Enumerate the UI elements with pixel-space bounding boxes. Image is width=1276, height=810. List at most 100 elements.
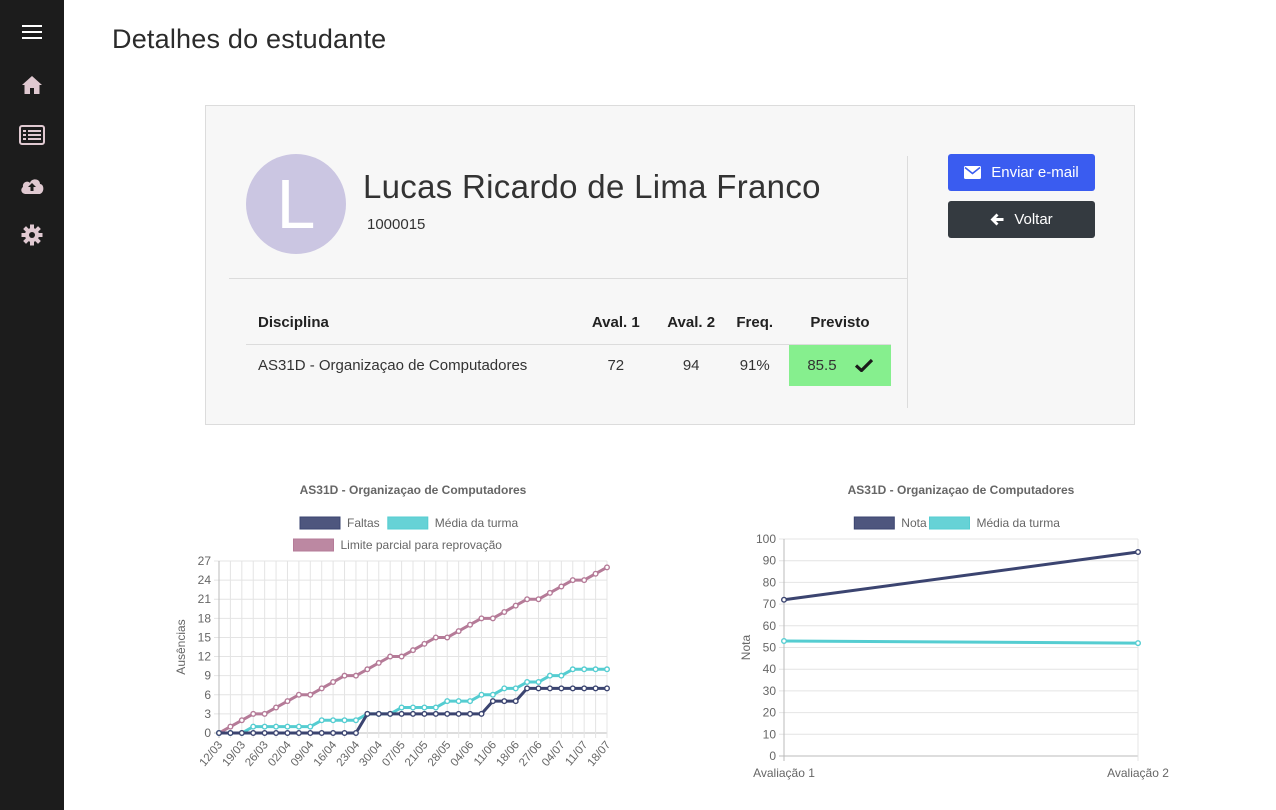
x-tick-label: 27/06 xyxy=(517,739,545,769)
legend-swatch xyxy=(293,538,334,552)
check-icon xyxy=(854,359,873,373)
data-point xyxy=(604,666,611,673)
y-tick-label: 6 xyxy=(204,688,211,702)
data-point xyxy=(524,596,531,603)
data-point xyxy=(238,717,245,724)
data-point xyxy=(546,685,553,692)
back-button[interactable]: Voltar xyxy=(948,201,1095,238)
data-point xyxy=(432,710,439,717)
x-tick-label: Avaliação 2 xyxy=(1107,766,1169,780)
menu-toggle-button[interactable] xyxy=(16,16,48,48)
sidebar-item-settings[interactable] xyxy=(16,219,48,251)
data-point xyxy=(341,672,348,679)
legend-label: Limite parcial para reprovação xyxy=(341,538,503,552)
student-card: L Lucas Ricardo de Lima Franco 1000015 E… xyxy=(205,105,1135,425)
x-tick-label: 23/04 xyxy=(335,739,363,769)
y-tick-label: 9 xyxy=(204,669,211,683)
data-point xyxy=(387,710,394,717)
data-point xyxy=(330,730,337,737)
series-line xyxy=(783,550,1139,602)
avatar: L xyxy=(246,154,346,254)
freq-cell: 91% xyxy=(739,356,770,374)
student-id: 1000015 xyxy=(367,216,426,233)
data-point xyxy=(1135,549,1142,556)
column-header-aval1: Aval. 1 xyxy=(569,302,662,345)
data-point xyxy=(421,640,428,647)
data-point xyxy=(318,730,325,737)
x-tick-label: 18/06 xyxy=(494,739,522,769)
data-point xyxy=(330,679,337,686)
y-tick-label: 80 xyxy=(763,575,777,589)
x-tick-label: 12/03 xyxy=(198,739,226,769)
x-tick-label: Avaliação 1 xyxy=(753,766,815,780)
legend-swatch xyxy=(387,516,429,530)
arrow-left-icon xyxy=(990,213,1004,226)
send-email-button[interactable]: Enviar e-mail xyxy=(948,154,1095,191)
data-point xyxy=(524,685,531,692)
data-point xyxy=(273,723,280,730)
back-label: Voltar xyxy=(1014,211,1053,228)
y-tick-label: 21 xyxy=(198,592,212,606)
data-point xyxy=(592,685,599,692)
data-point xyxy=(227,730,234,737)
x-tick-label: 11/06 xyxy=(472,739,499,768)
data-point xyxy=(478,710,485,717)
divider xyxy=(907,156,908,408)
legend-swatch xyxy=(929,516,970,530)
data-point xyxy=(592,666,599,673)
data-point xyxy=(352,717,359,724)
data-point xyxy=(535,596,542,603)
data-point xyxy=(421,704,428,711)
data-point xyxy=(307,730,314,737)
data-point xyxy=(546,672,553,679)
send-email-label: Enviar e-mail xyxy=(991,164,1079,181)
sidebar-item-list[interactable] xyxy=(16,119,48,151)
data-point xyxy=(273,730,280,737)
data-point xyxy=(318,717,325,724)
data-point xyxy=(273,704,280,711)
x-tick-label: 21/05 xyxy=(403,739,431,769)
y-tick-label: 0 xyxy=(204,726,211,740)
table-header-row: Disciplina Aval. 1 Aval. 2 Freq. Previst… xyxy=(246,302,891,345)
data-point xyxy=(364,710,371,717)
data-point xyxy=(604,564,611,571)
data-point xyxy=(364,666,371,673)
data-point xyxy=(250,710,257,717)
sidebar-item-home[interactable] xyxy=(16,69,48,101)
data-point xyxy=(307,691,314,698)
data-point xyxy=(250,723,257,730)
student-name: Lucas Ricardo de Lima Franco xyxy=(363,168,821,205)
data-point xyxy=(512,685,519,692)
data-point xyxy=(592,570,599,577)
data-point xyxy=(432,704,439,711)
y-tick-label: 30 xyxy=(763,684,777,698)
absences-chart: AS31D - Organizaçao de Computadores Falta… xyxy=(174,483,613,769)
data-point xyxy=(341,730,348,737)
grades-table: Disciplina Aval. 1 Aval. 2 Freq. Previst… xyxy=(246,302,891,386)
sidebar-item-upload[interactable] xyxy=(16,169,48,201)
x-tick-label: 30/04 xyxy=(357,739,385,769)
data-point xyxy=(478,691,485,698)
x-tick-label: 07/05 xyxy=(380,739,408,769)
column-header-aval2: Aval. 2 xyxy=(661,302,721,345)
data-point xyxy=(387,653,394,660)
list-icon xyxy=(19,125,45,145)
data-point xyxy=(307,723,314,730)
data-point xyxy=(261,710,268,717)
data-point xyxy=(330,717,337,724)
x-tick-label: 09/04 xyxy=(289,739,317,769)
data-point xyxy=(444,710,451,717)
y-tick-label: 100 xyxy=(756,532,776,546)
data-point xyxy=(478,615,485,622)
discipline-cell: AS31D - Organizaçao de Computadores xyxy=(258,356,528,374)
aval1-cell: 72 xyxy=(607,356,625,374)
data-point xyxy=(444,634,451,641)
data-point xyxy=(398,653,405,660)
data-point xyxy=(215,730,222,737)
data-point xyxy=(569,577,576,584)
data-point xyxy=(524,679,531,686)
data-point xyxy=(455,628,462,635)
data-point xyxy=(444,698,451,705)
data-point xyxy=(781,596,788,603)
data-point xyxy=(558,685,565,692)
